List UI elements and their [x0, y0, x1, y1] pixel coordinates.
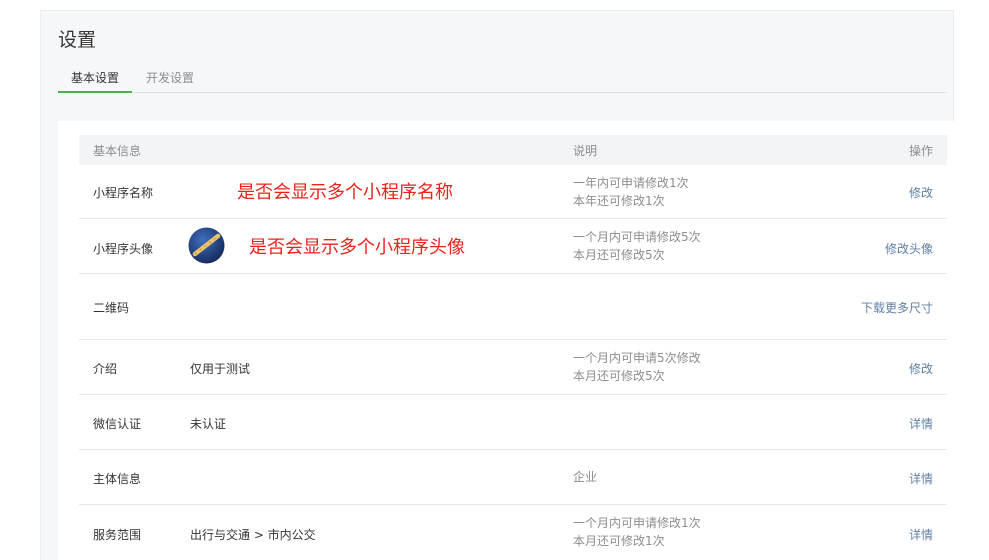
row-label: 微信认证 [93, 417, 142, 431]
entity-details-link[interactable]: 详情 [909, 470, 933, 487]
table-row-name: 小程序名称 是否会显示多个小程序名称 一年内可申请修改1次 本年还可修改1次 修… [79, 165, 947, 219]
description-line: 企业 [573, 470, 598, 484]
tab-bar: 基本设置 开发设置 [58, 67, 947, 93]
edit-avatar-link[interactable]: 修改头像 [885, 240, 933, 257]
annotation-avatar: 是否会显示多个小程序头像 [249, 237, 465, 258]
basic-info-card: 基本信息 说明 操作 小程序名称 是否会显示多个小程序名称 一年内可申请修改1次… [58, 121, 955, 560]
row-description: 一个月内可申请修改1次 本月还可修改1次 [573, 514, 701, 550]
table-row-entity: 主体信息 企业 详情 [79, 450, 947, 505]
header-description: 说明 [573, 144, 598, 158]
table-header: 基本信息 说明 操作 [79, 135, 947, 165]
flute-avatar-icon [188, 227, 225, 264]
edit-intro-link[interactable]: 修改 [909, 360, 933, 377]
verification-details-link[interactable]: 详情 [909, 415, 933, 432]
page-title: 设置 [58, 29, 97, 51]
row-value: 出行与交通 > 市内公交 [190, 528, 316, 542]
table-row-intro: 介绍 仅用于测试 一个月内可申请5次修改 本月还可修改5次 修改 [79, 340, 947, 395]
description-line: 本月还可修改5次 [573, 248, 665, 262]
description-line: 一年内可申请修改1次 [573, 176, 689, 190]
annotation-name: 是否会显示多个小程序名称 [237, 182, 453, 203]
description-line: 一个月内可申请修改5次 [573, 230, 701, 244]
row-description: 一个月内可申请修改5次 本月还可修改5次 [573, 228, 701, 264]
edit-name-link[interactable]: 修改 [909, 184, 933, 201]
row-label: 介绍 [93, 362, 118, 376]
table-row-avatar: 小程序头像 是否会显示多个小程序头像 一个月内可申请修改5次 本月还可修改5次 … [79, 219, 947, 274]
header-basic-info: 基本信息 [93, 144, 142, 158]
tab-basic-settings[interactable]: 基本设置 [58, 67, 132, 93]
row-label: 主体信息 [93, 472, 142, 486]
table-row-service-scope: 服务范围 出行与交通 > 市内公交 一个月内可申请修改1次 本月还可修改1次 详… [79, 505, 947, 560]
description-line: 一个月内可申请5次修改 [573, 351, 701, 365]
description-line: 一个月内可申请修改1次 [573, 516, 701, 530]
row-description: 一个月内可申请5次修改 本月还可修改5次 [573, 349, 701, 385]
row-label: 小程序头像 [93, 242, 154, 256]
header-operation: 操作 [908, 144, 933, 158]
row-description: 企业 [573, 468, 597, 486]
row-label: 二维码 [93, 301, 130, 315]
row-description: 一年内可申请修改1次 本年还可修改1次 [573, 174, 689, 210]
download-qrcode-link[interactable]: 下载更多尺寸 [861, 299, 933, 316]
description-line: 本月还可修改5次 [573, 369, 665, 383]
description-line: 本月还可修改1次 [573, 534, 665, 548]
settings-panel: 设置 基本设置 开发设置 基本信息 说明 操作 小程序名称 是否会显示多个小程序… [40, 10, 955, 560]
service-scope-details-link[interactable]: 详情 [909, 526, 933, 543]
table-row-verification: 微信认证 未认证 详情 [79, 395, 947, 450]
table-row-qrcode: 二维码 下载更多尺寸 [79, 274, 947, 340]
row-value: 未认证 [190, 417, 227, 431]
tab-dev-settings[interactable]: 开发设置 [146, 67, 194, 93]
description-line: 本年还可修改1次 [573, 194, 665, 208]
row-value: 仅用于测试 [190, 362, 251, 376]
row-label: 服务范围 [93, 528, 142, 542]
row-label: 小程序名称 [93, 186, 154, 200]
